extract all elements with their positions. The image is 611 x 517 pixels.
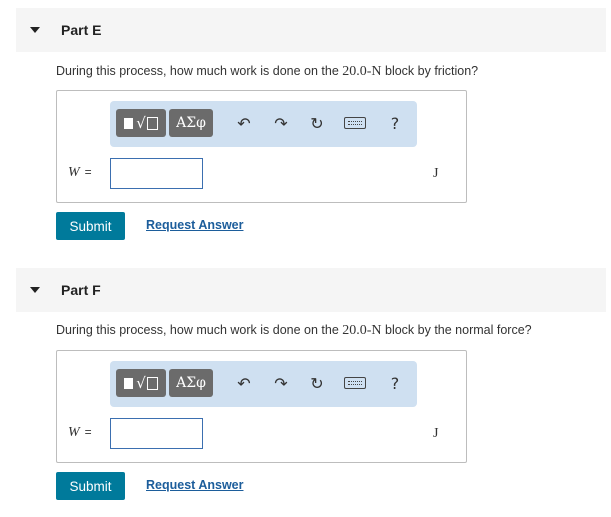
question-post: block by the normal force? xyxy=(381,323,532,337)
equals-sign: = xyxy=(84,425,92,439)
question-value: 20.0-N xyxy=(342,323,382,338)
box-icon xyxy=(146,376,158,390)
greek-letters-button[interactable]: ΑΣφ xyxy=(169,109,213,137)
reset-icon[interactable]: ↻ xyxy=(306,371,328,395)
question-pre: During this process, how much work is do… xyxy=(56,323,343,337)
answer-input[interactable] xyxy=(110,418,203,449)
undo-icon[interactable]: ↶ xyxy=(233,111,255,135)
equals-sign: = xyxy=(84,165,92,179)
math-toolbar: √ ΑΣφ ↶ ↷ ↻ ? xyxy=(110,361,417,407)
math-toolbar: √ ΑΣφ ↶ ↷ ↻ ? xyxy=(110,101,417,147)
caret-down-icon[interactable] xyxy=(30,27,40,33)
help-icon[interactable]: ? xyxy=(384,371,406,395)
unit-label: J xyxy=(433,166,439,181)
part-e-header[interactable]: Part E xyxy=(16,8,606,52)
answer-box: √ ΑΣφ ↶ ↷ ↻ ? W = J xyxy=(56,350,467,463)
submit-button[interactable]: Submit xyxy=(56,472,125,500)
templates-icon xyxy=(124,117,134,129)
part-title: Part E xyxy=(61,22,102,38)
variable-label: W = xyxy=(68,165,92,181)
question-value: 20.0-N xyxy=(342,64,382,79)
templates-button[interactable]: √ xyxy=(116,109,166,137)
unit-label: J xyxy=(433,426,439,441)
help-icon[interactable]: ? xyxy=(384,111,406,135)
request-answer-link[interactable]: Request Answer xyxy=(146,218,243,232)
submit-button[interactable]: Submit xyxy=(56,212,125,240)
request-answer-link[interactable]: Request Answer xyxy=(146,478,243,492)
radical-icon: √ xyxy=(136,114,146,132)
keyboard-icon[interactable] xyxy=(344,111,366,135)
redo-icon[interactable]: ↷ xyxy=(270,371,292,395)
undo-icon[interactable]: ↶ xyxy=(233,371,255,395)
templates-icon xyxy=(124,377,134,389)
templates-button[interactable]: √ xyxy=(116,369,166,397)
variable-label: W = xyxy=(68,425,92,441)
redo-icon[interactable]: ↷ xyxy=(270,111,292,135)
question-text: During this process, how much work is do… xyxy=(56,64,478,80)
question-pre: During this process, how much work is do… xyxy=(56,64,343,78)
reset-icon[interactable]: ↻ xyxy=(306,111,328,135)
radical-icon: √ xyxy=(136,374,146,392)
caret-down-icon[interactable] xyxy=(30,287,40,293)
answer-box: √ ΑΣφ ↶ ↷ ↻ ? W = J xyxy=(56,90,467,203)
part-f-header[interactable]: Part F xyxy=(16,268,606,312)
part-title: Part F xyxy=(61,282,101,298)
variable-symbol: W xyxy=(68,425,80,440)
box-icon xyxy=(146,116,158,130)
question-post: block by friction? xyxy=(381,64,479,78)
answer-input[interactable] xyxy=(110,158,203,189)
variable-symbol: W xyxy=(68,165,80,180)
question-text: During this process, how much work is do… xyxy=(56,323,532,339)
greek-letters-button[interactable]: ΑΣφ xyxy=(169,369,213,397)
keyboard-icon[interactable] xyxy=(344,371,366,395)
